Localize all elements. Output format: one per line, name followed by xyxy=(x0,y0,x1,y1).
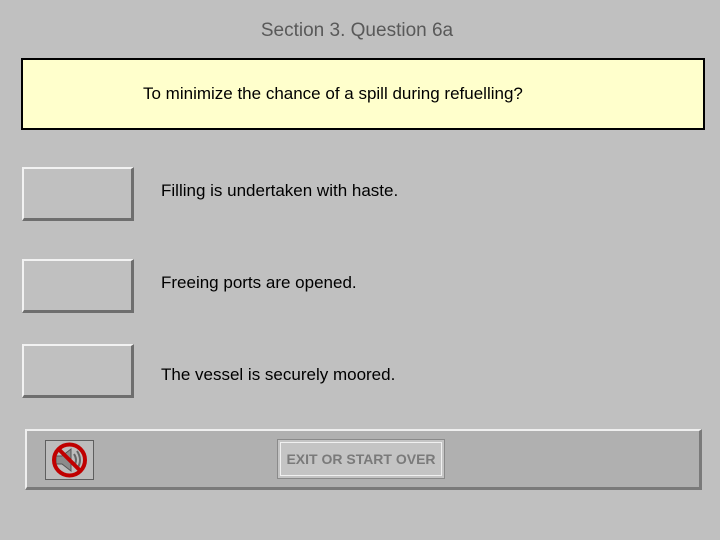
exit-or-start-over-button[interactable]: EXIT OR START OVER xyxy=(277,439,445,479)
question-text: To minimize the chance of a spill during… xyxy=(143,84,523,103)
answer-button-3[interactable] xyxy=(22,344,134,398)
page-title: Section 3. Question 6a xyxy=(260,20,454,41)
exit-button-label: EXIT OR START OVER xyxy=(286,451,436,467)
answer-button-2[interactable] xyxy=(22,259,134,313)
answer-text-1: Filling is undertaken with haste. xyxy=(161,181,399,200)
navigation-bar: EXIT OR START OVER xyxy=(25,429,702,490)
answer-button-1[interactable] xyxy=(22,167,134,221)
audio-toggle-button[interactable] xyxy=(45,440,94,480)
question-box: To minimize the chance of a spill during… xyxy=(21,58,705,130)
answer-text-2: Freeing ports are opened. xyxy=(161,273,357,292)
answer-text-3: The vessel is securely moored. xyxy=(161,365,396,384)
speaker-muted-icon xyxy=(52,442,87,478)
